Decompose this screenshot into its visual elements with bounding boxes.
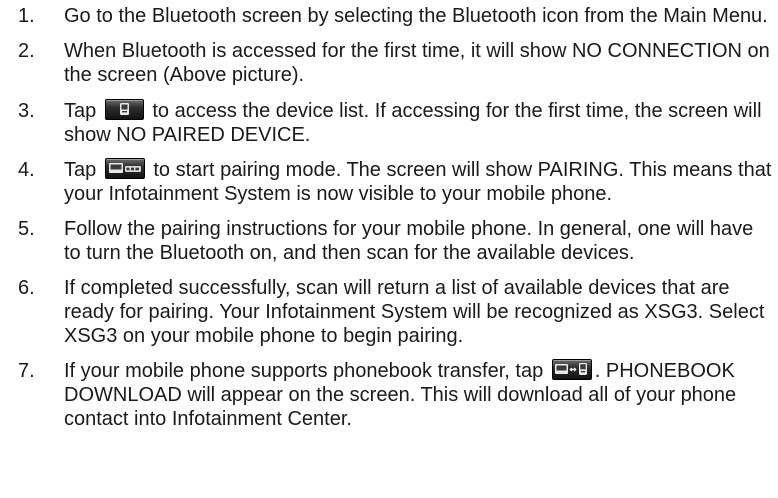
phone-device-list-icon <box>104 99 144 120</box>
step-number: 3. <box>18 100 35 122</box>
step-number: 4. <box>18 159 35 181</box>
instruction-document: 1. Go to the Bluetooth screen by selecti… <box>0 0 778 498</box>
phonebook-transfer-icon <box>551 359 592 380</box>
step-1: 1. Go to the Bluetooth screen by selecti… <box>0 4 778 28</box>
step-number: 2. <box>18 40 35 62</box>
step-number: 1. <box>18 5 35 27</box>
step-text-after: to access the device list. If accessing … <box>64 100 762 146</box>
step-5: 5. Follow the pairing instructions for y… <box>0 217 778 265</box>
step-text-before: If your mobile phone supports phonebook … <box>64 360 544 382</box>
step-number: 6. <box>18 277 35 299</box>
step-text-before: Tap <box>64 159 97 181</box>
step-number: 7. <box>18 360 35 382</box>
step-6: 6. If completed successfully, scan will … <box>0 276 778 348</box>
step-3: 3. Tap to access the device list. If acc… <box>0 99 778 147</box>
step-2: 2. When Bluetooth is accessed for the fi… <box>0 39 778 87</box>
step-text-after: to start pairing mode. The screen will s… <box>64 159 772 205</box>
step-text-before: Tap <box>64 100 97 122</box>
new-pairing-icon <box>104 158 145 179</box>
step-7: 7. If your mobile phone supports phonebo… <box>0 359 778 431</box>
pairing-steps-list: 1. Go to the Bluetooth screen by selecti… <box>0 4 778 442</box>
step-text: If completed successfully, scan will ret… <box>64 277 765 347</box>
step-number: 5. <box>18 218 35 240</box>
step-text: Go to the Bluetooth screen by selecting … <box>64 5 768 27</box>
step-text: When Bluetooth is accessed for the first… <box>64 40 770 86</box>
step-4: 4. Tap to start pairing mode. The screen… <box>0 158 778 206</box>
step-text: Follow the pairing instructions for your… <box>64 218 754 264</box>
